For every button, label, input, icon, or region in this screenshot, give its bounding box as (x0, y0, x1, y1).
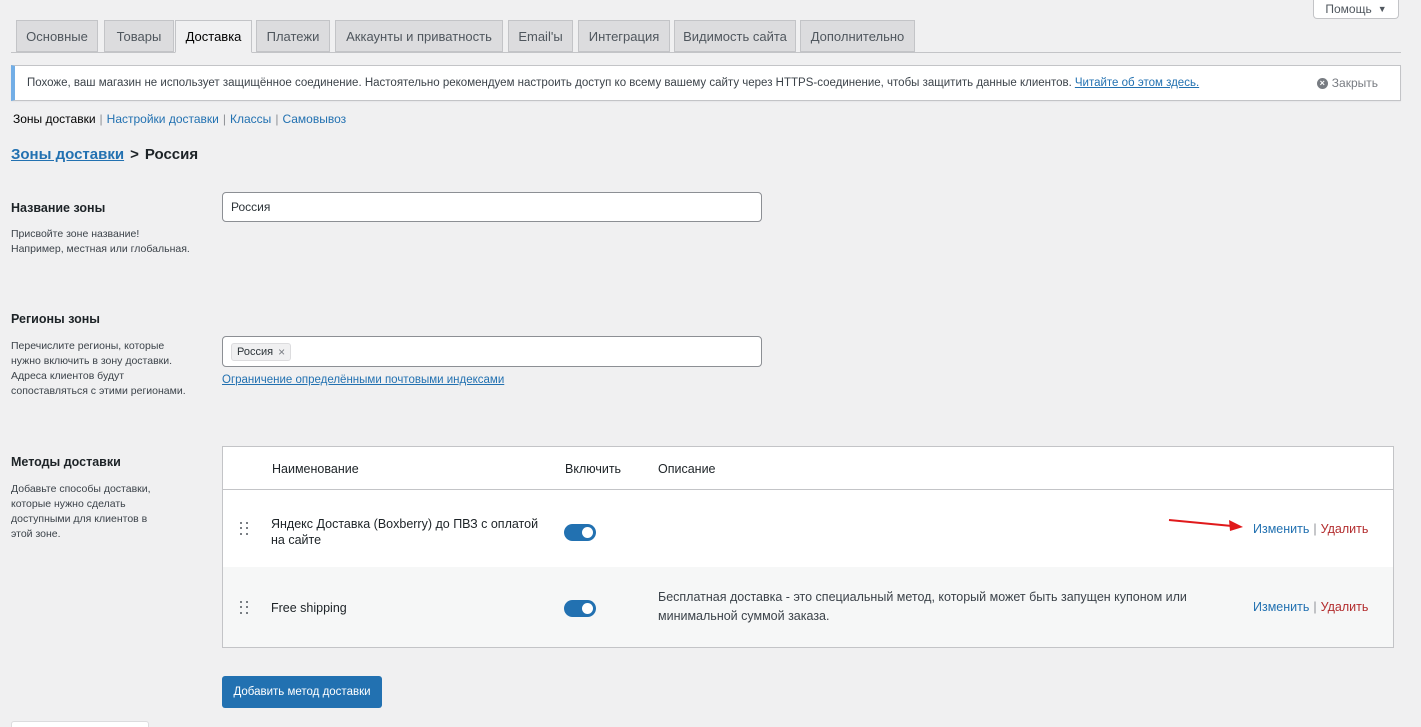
remove-icon[interactable]: × (278, 345, 285, 359)
subnav-separator: | (275, 112, 279, 126)
subnav-separator: | (99, 112, 103, 126)
delete-method-link[interactable]: Удалить (1321, 600, 1369, 614)
https-notice: Похоже, ваш магазин не использует защищё… (11, 65, 1401, 101)
postcode-limit-link[interactable]: Ограничение определёнными почтовыми инде… (222, 374, 504, 386)
tab-integration[interactable]: Интеграция (578, 20, 670, 52)
region-chip-label: Россия (237, 345, 274, 358)
methods-desc-line: этой зоне. (11, 528, 61, 540)
shipping-subnav: Зоны доставки | Настройки доставки | Кла… (13, 112, 346, 126)
zone-name-title: Название зоны (11, 201, 106, 215)
column-description-header: Описание (658, 462, 716, 476)
subnav-classes[interactable]: Классы (230, 112, 271, 126)
method-enabled-toggle[interactable] (564, 524, 596, 541)
actions-separator: | (1313, 522, 1317, 536)
zone-name-input[interactable] (222, 192, 762, 222)
notice-read-more-link[interactable]: Читайте об этом здесь. (1075, 77, 1199, 89)
region-chip: Россия × (231, 342, 292, 361)
zone-name-desc-line: Присвойте зоне название! (11, 228, 140, 240)
method-enabled-toggle[interactable] (564, 600, 596, 617)
zone-regions-description: Перечислите регионы, которые нужно включ… (11, 339, 186, 399)
notice-close-button[interactable]: × Закрыть (1316, 76, 1378, 90)
actions-separator: | (1313, 600, 1317, 614)
zone-regions-title: Регионы зоны (11, 312, 100, 326)
tab-payments[interactable]: Платежи (256, 20, 330, 52)
column-enabled-header: Включить (565, 462, 622, 476)
subnav-shipping-zones[interactable]: Зоны доставки (13, 112, 96, 126)
footer-box (11, 721, 149, 727)
methods-desc-line: доступными для клиентов в (11, 513, 148, 525)
drag-handle-icon[interactable] (240, 601, 249, 615)
subnav-shipping-options[interactable]: Настройки доставки (107, 112, 219, 126)
annotation-arrow-icon (1168, 519, 1243, 531)
method-desc-line: минимальной суммой заказа. (658, 609, 830, 623)
method-name-line: Яндекс Доставка (Boxberry) до ПВЗ с опла… (271, 517, 539, 531)
breadcrumb-zones-link[interactable]: Зоны доставки (11, 146, 124, 163)
tab-emails[interactable]: Email'ы (508, 20, 573, 52)
notice-close-label: Закрыть (1331, 76, 1378, 90)
settings-tabs: Основные Товары Доставка Платежи Аккаунт… (11, 20, 1401, 53)
subnav-local-pickup[interactable]: Самовывоз (282, 112, 346, 126)
tab-accounts-privacy[interactable]: Аккаунты и приватность (335, 20, 503, 52)
zone-name-desc-line: Например, местная или глобальная. (11, 243, 190, 255)
method-name[interactable]: Яндекс Доставка (Boxberry) до ПВЗ с опла… (271, 516, 538, 548)
breadcrumb-current: Россия (144, 146, 199, 163)
zone-regions-desc-line: Адреса клиентов будут (11, 370, 125, 382)
shipping-methods-description: Добавьте способы доставки, которые нужно… (11, 482, 151, 542)
zone-regions-desc-line: нужно включить в зону доставки. (11, 355, 173, 367)
zone-regions-select[interactable]: Россия × (222, 336, 762, 367)
help-button[interactable]: Помощь ▼ (1313, 0, 1399, 19)
column-name-header: Наименование (272, 462, 359, 476)
caret-down-icon: ▼ (1377, 3, 1387, 14)
table-row: Free shipping Бесплатная доставка - это … (223, 567, 1393, 647)
zone-regions-desc-line: Перечислите регионы, которые (11, 340, 165, 352)
methods-desc-line: Добавьте способы доставки, (11, 483, 151, 495)
drag-handle-icon[interactable] (240, 522, 249, 536)
add-shipping-method-button[interactable]: Добавить метод доставки (222, 676, 382, 708)
zone-name-description: Присвойте зоне название! Например, местн… (11, 227, 190, 257)
method-actions: Изменить | Удалить (1253, 522, 1368, 536)
page-title: Зоны доставки > Россия (11, 146, 198, 163)
table-header: Наименование Включить Описание (223, 447, 1393, 490)
zone-regions-desc-line: сопоставляться с этими регионами. (11, 385, 186, 397)
edit-method-link[interactable]: Изменить (1253, 600, 1309, 614)
tab-site-visibility[interactable]: Видимость сайта (674, 20, 796, 52)
subnav-separator: | (222, 112, 227, 126)
method-name-line: Free shipping (271, 601, 347, 615)
shipping-methods-table: Наименование Включить Описание Яндекс До… (222, 446, 1394, 648)
method-desc-line: Бесплатная доставка - это специальный ме… (658, 590, 1187, 604)
breadcrumb-separator: > (130, 146, 139, 163)
tab-advanced[interactable]: Дополнительно (800, 20, 915, 52)
method-name[interactable]: Free shipping (271, 600, 347, 616)
tab-general[interactable]: Основные (16, 20, 98, 52)
delete-method-link[interactable]: Удалить (1321, 522, 1369, 536)
tab-shipping[interactable]: Доставка (175, 20, 252, 53)
close-circle-icon: × (1316, 77, 1328, 89)
methods-desc-line: которые нужно сделать (11, 498, 126, 510)
tab-products[interactable]: Товары (104, 20, 174, 52)
shipping-methods-title: Методы доставки (11, 455, 121, 469)
notice-text: Похоже, ваш магазин не использует защищё… (27, 77, 1072, 89)
method-name-line: на сайте (271, 533, 322, 547)
method-actions: Изменить | Удалить (1253, 600, 1368, 614)
help-label: Помощь (1325, 1, 1372, 16)
method-description: Бесплатная доставка - это специальный ме… (658, 588, 1218, 626)
edit-method-link[interactable]: Изменить (1253, 522, 1309, 536)
